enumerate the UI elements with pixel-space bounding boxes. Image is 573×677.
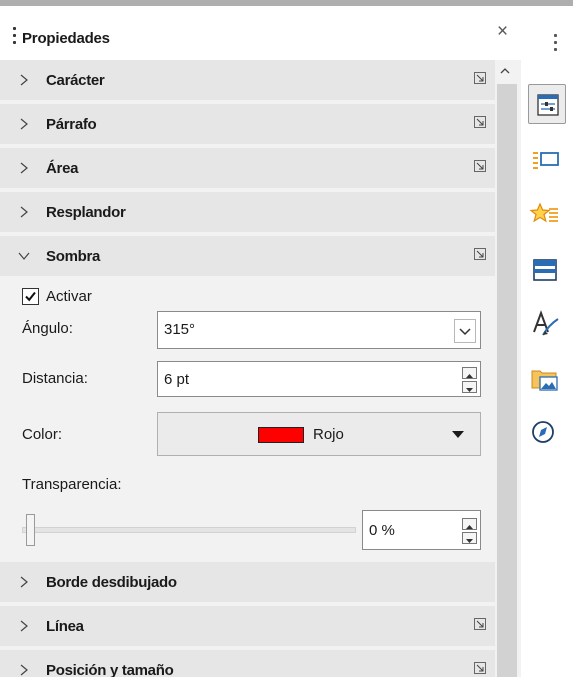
spin-down-button[interactable] bbox=[462, 532, 477, 544]
slide-layout-icon bbox=[533, 259, 557, 281]
section-label: Área bbox=[46, 160, 79, 177]
spin-up-button[interactable] bbox=[462, 518, 477, 530]
color-name: Rojo bbox=[313, 426, 344, 443]
arrow-down-icon bbox=[466, 388, 473, 392]
more-options-icon[interactable] bbox=[474, 662, 486, 674]
properties-panel: Propiedades × Carácter Párrafo Área Resp… bbox=[0, 6, 521, 677]
dropdown-arrow-icon bbox=[452, 431, 464, 438]
arrow-up-icon bbox=[466, 374, 473, 378]
chevron-right-icon bbox=[20, 74, 28, 86]
angle-label: Ángulo: bbox=[22, 320, 73, 337]
distance-spin-buttons bbox=[462, 367, 477, 393]
more-options-icon[interactable] bbox=[474, 248, 486, 260]
transparency-label: Transparencia: bbox=[22, 476, 122, 493]
chevron-right-icon bbox=[20, 576, 28, 588]
styles-tab-button[interactable] bbox=[529, 148, 561, 180]
panel-content: Carácter Párrafo Área Resplandor Sombra bbox=[0, 60, 495, 677]
close-icon[interactable]: × bbox=[497, 22, 508, 42]
more-options-icon[interactable] bbox=[474, 160, 486, 172]
gallery-icon bbox=[529, 202, 558, 223]
more-options-icon[interactable] bbox=[474, 72, 486, 84]
gallery-tab-button[interactable] bbox=[529, 200, 561, 232]
panel-scrollbar[interactable] bbox=[495, 60, 521, 677]
panel-titlebar: Propiedades × bbox=[0, 6, 521, 60]
image-folder-tab-button[interactable] bbox=[529, 362, 561, 394]
checkmark-icon bbox=[25, 291, 36, 302]
chevron-right-icon bbox=[20, 206, 28, 218]
chevron-right-icon bbox=[20, 620, 28, 632]
section-area[interactable]: Área bbox=[0, 148, 495, 188]
more-options-icon[interactable] bbox=[474, 116, 486, 128]
color-picker-button[interactable]: Rojo bbox=[157, 412, 481, 456]
color-label: Color: bbox=[22, 426, 63, 443]
slide-layout-tab-button[interactable] bbox=[529, 254, 561, 286]
transparency-slider[interactable] bbox=[22, 514, 356, 546]
navigator-tab-button[interactable] bbox=[529, 416, 561, 448]
image-folder-icon bbox=[531, 370, 558, 391]
section-parrafo[interactable]: Párrafo bbox=[0, 104, 495, 144]
navigator-icon bbox=[532, 421, 554, 443]
arrow-down-icon bbox=[466, 539, 473, 543]
chevron-down-icon bbox=[18, 252, 30, 260]
distance-label: Distancia: bbox=[22, 370, 88, 387]
more-options-icon[interactable] bbox=[474, 618, 486, 630]
angle-combobox[interactable]: 315° bbox=[157, 311, 481, 349]
scrollbar-thumb[interactable] bbox=[497, 84, 517, 677]
section-label: Carácter bbox=[46, 72, 105, 89]
section-label: Posición y tamaño bbox=[46, 662, 174, 677]
enable-shadow-checkbox[interactable] bbox=[22, 288, 39, 305]
deck-menu-icon[interactable] bbox=[554, 34, 557, 55]
distance-spinbox[interactable]: 6 pt bbox=[157, 361, 481, 397]
transparency-spin-buttons bbox=[462, 518, 477, 544]
properties-tab-button[interactable] bbox=[528, 84, 566, 124]
section-label: Sombra bbox=[46, 248, 101, 265]
section-caracter[interactable]: Carácter bbox=[0, 60, 495, 100]
distance-value: 6 pt bbox=[164, 371, 190, 388]
spin-down-button[interactable] bbox=[462, 381, 477, 393]
section-borde-desdibujado[interactable]: Borde desdibujado bbox=[0, 562, 495, 602]
drag-handle-icon[interactable] bbox=[13, 27, 16, 46]
section-label: Línea bbox=[46, 618, 84, 635]
color-swatch bbox=[258, 427, 304, 443]
chevron-right-icon bbox=[20, 162, 28, 174]
section-label: Borde desdibujado bbox=[46, 574, 177, 591]
enable-shadow-label: Activar bbox=[46, 288, 92, 305]
scroll-up-icon[interactable] bbox=[500, 66, 510, 76]
section-resplandor[interactable]: Resplandor bbox=[0, 192, 495, 232]
text-style-icon bbox=[533, 310, 559, 336]
section-linea[interactable]: Línea bbox=[0, 606, 495, 646]
section-label: Resplandor bbox=[46, 204, 126, 221]
panel-title: Propiedades bbox=[22, 30, 110, 47]
section-sombra[interactable]: Sombra bbox=[0, 236, 495, 276]
angle-value: 315° bbox=[164, 321, 196, 338]
spin-up-button[interactable] bbox=[462, 367, 477, 379]
angle-dropdown-button[interactable] bbox=[454, 319, 476, 343]
arrow-up-icon bbox=[466, 525, 473, 529]
chevron-right-icon bbox=[20, 118, 28, 130]
text-style-tab-button[interactable] bbox=[529, 308, 561, 340]
chevron-down-icon bbox=[459, 328, 471, 336]
sidebar-tab-bar bbox=[521, 6, 573, 677]
transparency-value: 0 % bbox=[369, 522, 395, 539]
styles-icon bbox=[533, 152, 559, 169]
section-label: Párrafo bbox=[46, 116, 97, 133]
properties-icon bbox=[537, 94, 559, 116]
section-posicion-tamano[interactable]: Posición y tamaño bbox=[0, 650, 495, 677]
chevron-right-icon bbox=[20, 664, 28, 676]
slider-thumb[interactable] bbox=[26, 514, 35, 546]
transparency-spinbox[interactable]: 0 % bbox=[362, 510, 481, 550]
slider-track bbox=[22, 527, 356, 533]
